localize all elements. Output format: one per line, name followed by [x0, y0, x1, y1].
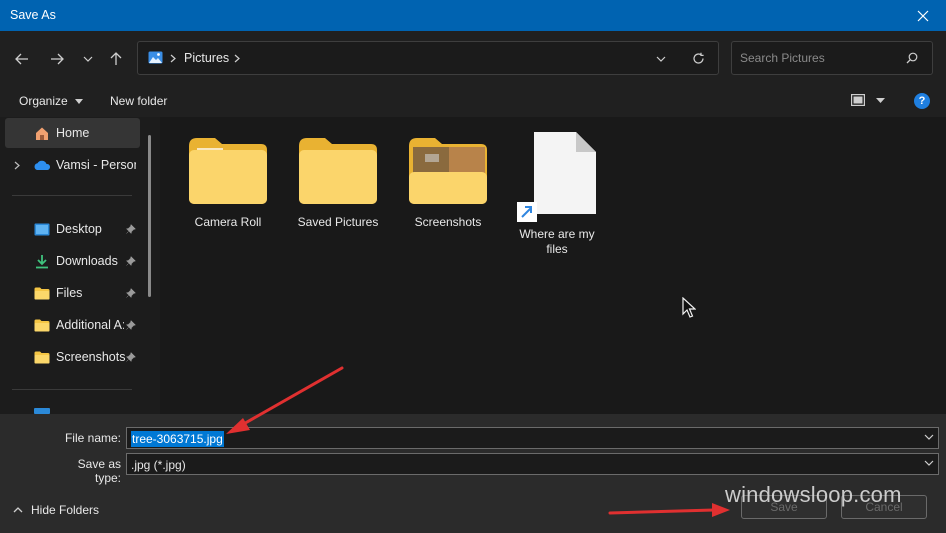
pin-icon[interactable] — [126, 352, 136, 362]
item-label: Camera Roll — [194, 215, 262, 229]
sidebar-item-files[interactable]: Files — [5, 278, 140, 308]
sidebar-item-screenshots[interactable]: Screenshots — [5, 342, 140, 372]
organize-label: Organize — [19, 94, 68, 108]
sidebar-item-label: Files — [56, 286, 83, 300]
onedrive-icon — [33, 157, 51, 173]
refresh-icon[interactable] — [692, 52, 705, 65]
folder-icon — [409, 138, 487, 204]
home-icon — [33, 125, 51, 141]
breadcrumb-pictures[interactable]: Pictures — [184, 51, 229, 65]
save-as-type-value: .jpg (*.jpg) — [131, 458, 186, 472]
save-as-type-select[interactable]: .jpg (*.jpg) — [126, 453, 939, 475]
sidebar-item-label: Home — [56, 126, 90, 140]
file-name-value[interactable]: tree-3063715.jpg — [131, 431, 224, 447]
recent-locations-button[interactable] — [76, 48, 100, 70]
address-dropdown-icon[interactable] — [656, 56, 666, 62]
item-label: Screenshots — [414, 215, 482, 229]
folder-item-screenshots[interactable]: Screenshots — [398, 134, 498, 230]
new-folder-button[interactable]: New folder — [110, 94, 167, 108]
title-bar — [0, 0, 946, 31]
help-icon[interactable]: ? — [914, 93, 930, 109]
download-icon — [33, 253, 51, 269]
shortcut-file-icon — [517, 132, 596, 222]
sidebar-item-label: Screenshots — [56, 350, 126, 364]
folder-item-saved-pictures[interactable]: Saved Pictures — [288, 134, 388, 230]
watermark: windowsloop.com — [725, 482, 902, 507]
search-box[interactable] — [731, 41, 933, 75]
close-icon — [917, 10, 929, 21]
item-label: Where are my files — [519, 227, 595, 256]
file-name-label: File name: — [64, 431, 121, 445]
chevron-down-icon — [83, 56, 93, 62]
sidebar-item-downloads[interactable]: Downloads — [5, 246, 140, 276]
hide-folders-button[interactable]: Hide Folders — [13, 503, 99, 517]
pin-icon[interactable] — [126, 320, 136, 330]
caret-down-icon — [876, 98, 886, 103]
chevron-right-icon — [170, 54, 176, 63]
folder-icon — [33, 317, 51, 333]
desktop-icon — [33, 221, 51, 237]
back-button[interactable] — [10, 48, 34, 70]
forward-button[interactable] — [45, 48, 69, 70]
pictures-icon — [148, 51, 163, 64]
sidebar-item-label: Desktop — [56, 222, 102, 236]
search-icon[interactable] — [906, 52, 918, 64]
close-button[interactable] — [900, 0, 946, 31]
folder-icon — [33, 349, 51, 365]
address-bar[interactable]: Pictures — [137, 41, 719, 75]
arrow-right-icon — [51, 53, 64, 65]
sidebar-item-label: Additional A: — [56, 318, 124, 332]
chevron-right-icon — [234, 54, 240, 63]
file-name-field[interactable]: tree-3063715.jpg — [126, 427, 939, 449]
view-pane-icon — [851, 94, 866, 107]
arrow-left-icon — [15, 53, 28, 65]
sidebar-item-label: Downloads — [56, 254, 118, 268]
sidebar-item-label: Vamsi - Persona — [56, 158, 136, 172]
chevron-down-icon[interactable] — [924, 460, 934, 466]
chevron-down-icon[interactable] — [924, 434, 934, 440]
save-as-type-label: Save as type: — [77, 457, 121, 485]
hide-folders-label: Hide Folders — [31, 503, 100, 517]
mouse-cursor-icon — [682, 297, 696, 318]
chevron-right-icon[interactable] — [14, 161, 20, 170]
sidebar-divider — [12, 195, 132, 196]
search-input[interactable] — [740, 51, 900, 65]
sidebar-scrollbar[interactable] — [148, 135, 151, 297]
organize-button[interactable]: Organize — [19, 94, 84, 108]
view-button[interactable] — [851, 94, 886, 109]
shortcut-item-where-are-my-files[interactable]: Where are my files — [507, 130, 607, 257]
sidebar-item-home[interactable]: Home — [5, 118, 140, 148]
pin-icon[interactable] — [126, 288, 136, 298]
pin-icon[interactable] — [126, 256, 136, 266]
folder-icon — [299, 138, 377, 204]
sidebar-item-additional[interactable]: Additional A: — [5, 310, 140, 340]
sidebar-item-onedrive[interactable]: Vamsi - Persona — [5, 150, 140, 180]
up-button[interactable] — [104, 48, 128, 70]
folder-item-camera-roll[interactable]: Camera Roll — [178, 134, 278, 230]
window-title: Save As — [10, 8, 56, 22]
sidebar-item-desktop[interactable]: Desktop — [5, 214, 140, 244]
folder-icon — [189, 138, 267, 204]
caret-down-icon — [75, 99, 84, 105]
sidebar-divider — [12, 389, 132, 390]
item-label: Saved Pictures — [297, 215, 379, 229]
folder-icon — [33, 285, 51, 301]
arrow-up-icon — [110, 52, 122, 65]
chevron-up-icon — [13, 507, 23, 513]
pin-icon[interactable] — [126, 224, 136, 234]
